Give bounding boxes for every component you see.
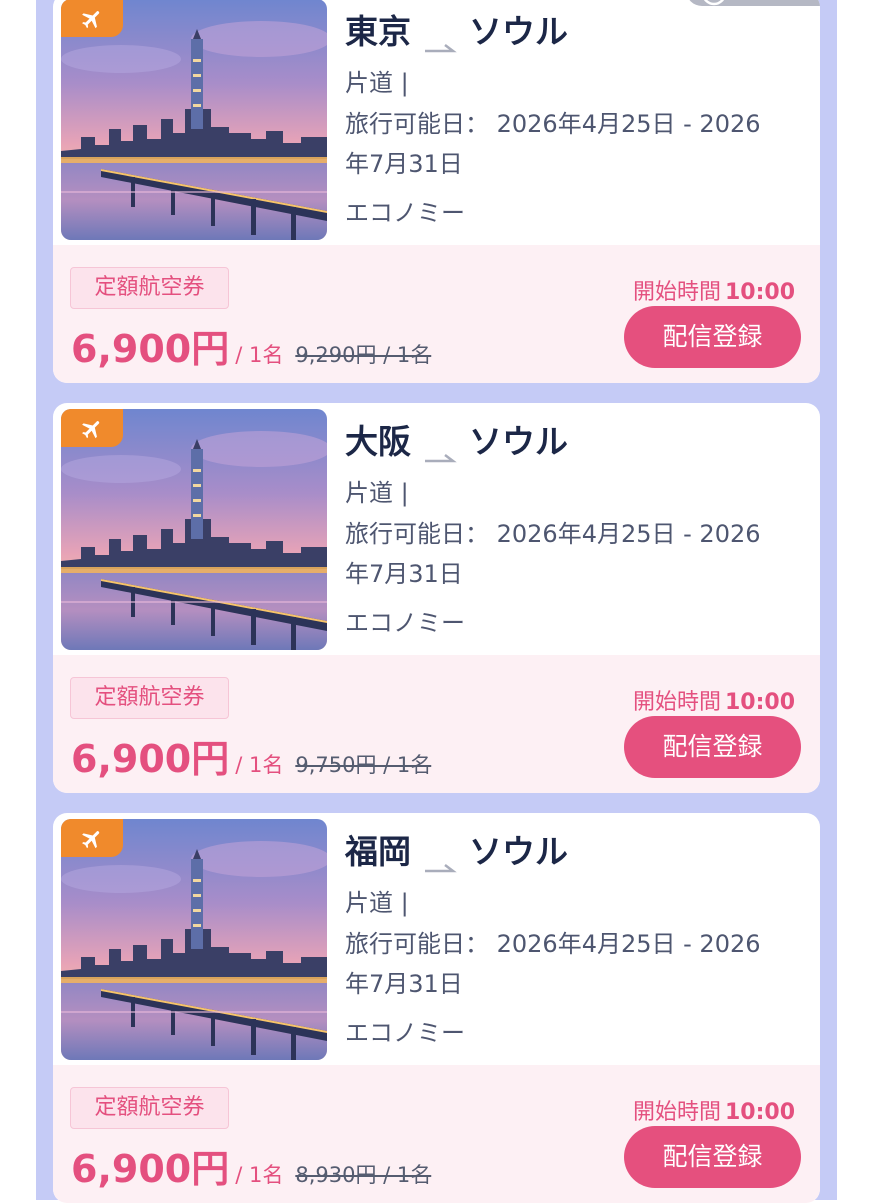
cabin-class: エコノミー xyxy=(345,609,465,637)
route-title: 東京 ソウル xyxy=(345,9,568,53)
start-time-value: 10:00 xyxy=(724,690,795,715)
flight-card[interactable]: 大阪 ソウル 片道 | 旅行可能日： 2026年4月25日 - 2026 年7月… xyxy=(53,403,820,793)
plane-badge xyxy=(61,0,123,37)
airplane-icon xyxy=(82,831,100,849)
notify-register-button[interactable]: 配信登録 xyxy=(624,1126,801,1188)
cabin-class: エコノミー xyxy=(345,1019,465,1047)
airplane-icon xyxy=(82,11,100,29)
sale-price: 6,900円 xyxy=(71,327,230,371)
travel-dates: 旅行可能日： 2026年4月25日 - 2026 xyxy=(345,110,761,138)
route-title: 福岡 ソウル xyxy=(345,829,568,873)
origin-city: 東京 xyxy=(345,12,411,51)
trip-type: 片道 | xyxy=(345,69,409,97)
original-price: 9,750円 / 1名 xyxy=(295,753,432,777)
route-title: 大阪 ソウル xyxy=(345,419,568,463)
start-time-label: 開始時間 xyxy=(632,690,721,715)
start-time-value: 10:00 xyxy=(724,1100,795,1125)
start-time: 開始時間 10:00 xyxy=(633,274,795,306)
route-arrow-icon xyxy=(423,433,457,463)
route-arrow-icon xyxy=(423,23,457,53)
origin-city: 大阪 xyxy=(345,422,411,461)
ticket-type-tag: 定額航空券 xyxy=(70,267,229,309)
travel-dates: 旅行可能日： 2026年4月25日 - 2026 xyxy=(345,520,761,548)
route-arrow-icon xyxy=(423,843,457,873)
price-row: 6,900円 / 1名 9,750円 / 1名 xyxy=(71,728,432,781)
countdown-pill xyxy=(686,0,820,6)
original-price: 8,930円 / 1名 xyxy=(295,1163,432,1187)
ticket-type-tag: 定額航空券 xyxy=(70,1087,229,1129)
notify-register-button[interactable]: 配信登録 xyxy=(624,306,801,368)
travel-dates: 旅行可能日： 2026年4月25日 - 2026 xyxy=(345,930,761,958)
destination-city: ソウル xyxy=(469,422,568,461)
sale-price: 6,900円 xyxy=(71,737,230,781)
price-unit: / 1名 xyxy=(235,753,284,777)
price-unit: / 1名 xyxy=(235,343,284,367)
destination-photo xyxy=(61,819,327,1060)
sale-price: 6,900円 xyxy=(71,1147,230,1191)
destination-city: ソウル xyxy=(469,12,568,51)
travel-dates-end: 年7月31日 xyxy=(345,150,463,178)
plane-badge xyxy=(61,409,123,447)
destination-photo xyxy=(61,409,327,650)
travel-dates-end: 年7月31日 xyxy=(345,560,463,588)
start-time: 開始時間 10:00 xyxy=(633,684,795,716)
clock-icon xyxy=(703,0,725,6)
start-time-value: 10:00 xyxy=(724,280,795,305)
travel-dates-end: 年7月31日 xyxy=(345,970,463,998)
flight-card[interactable]: 東京 ソウル 片道 | 旅行可能日： 2026年4月25日 - 2026 年7月… xyxy=(53,0,820,383)
trip-type: 片道 | xyxy=(345,889,409,917)
start-time: 開始時間 10:00 xyxy=(633,1094,795,1126)
ticket-type-tag: 定額航空券 xyxy=(70,677,229,719)
trip-type: 片道 | xyxy=(345,479,409,507)
notify-register-button[interactable]: 配信登録 xyxy=(624,716,801,778)
destination-city: ソウル xyxy=(469,832,568,871)
destination-photo xyxy=(61,0,327,240)
plane-badge xyxy=(61,819,123,857)
cabin-class: エコノミー xyxy=(345,199,465,227)
flight-card[interactable]: 福岡 ソウル 片道 | 旅行可能日： 2026年4月25日 - 2026 年7月… xyxy=(53,813,820,1203)
origin-city: 福岡 xyxy=(345,832,411,871)
airplane-icon xyxy=(82,421,100,439)
price-unit: / 1名 xyxy=(235,1163,284,1187)
price-row: 6,900円 / 1名 8,930円 / 1名 xyxy=(71,1138,432,1191)
start-time-label: 開始時間 xyxy=(632,280,721,305)
price-row: 6,900円 / 1名 9,290円 / 1名 xyxy=(71,318,432,371)
start-time-label: 開始時間 xyxy=(632,1100,721,1125)
original-price: 9,290円 / 1名 xyxy=(295,343,432,367)
